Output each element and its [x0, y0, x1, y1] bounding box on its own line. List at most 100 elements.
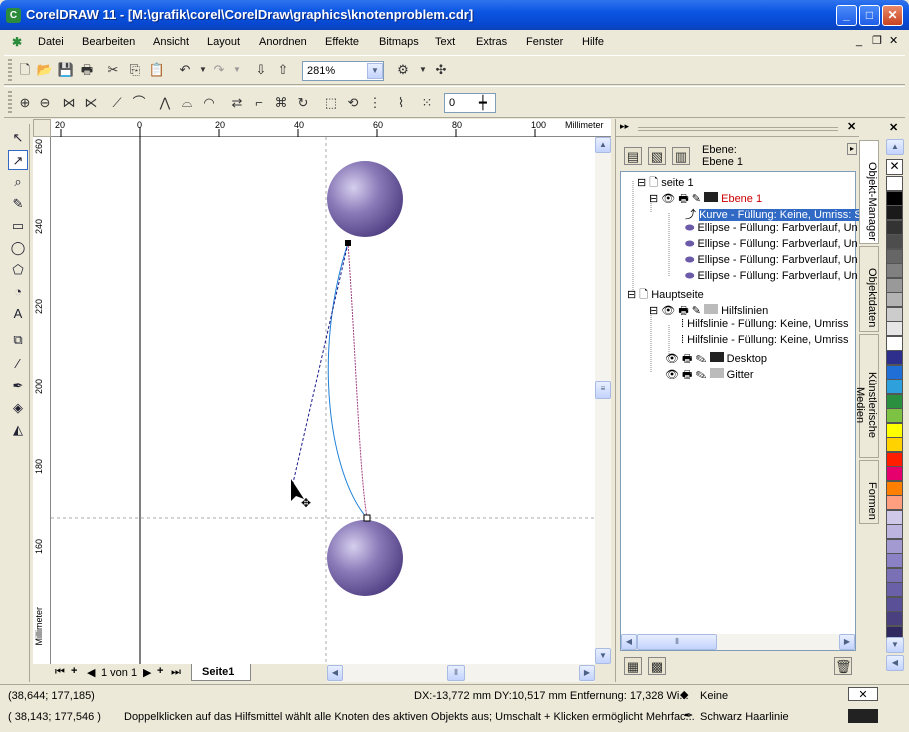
tree-scroll-right-button[interactable]: ▶	[839, 634, 855, 650]
export-icon[interactable]: ⇧	[274, 61, 292, 79]
color-swatch[interactable]	[886, 538, 903, 554]
new-master-layer-icon[interactable]: ▩	[648, 657, 666, 675]
scroll-right-button[interactable]: ▶	[579, 665, 595, 681]
color-swatch[interactable]	[886, 408, 903, 423]
palette-scroll-down-button[interactable]: ▼	[886, 637, 904, 653]
tree-node-ellipse[interactable]: ⬬ Ellipse - Füllung: Farbverlauf, Un	[685, 254, 858, 267]
toolbar-grip[interactable]	[8, 59, 12, 81]
eyedropper-tool-icon[interactable]: ⁄	[8, 354, 28, 374]
elastic-mode-icon[interactable]: ⌇	[392, 94, 410, 112]
next-page-button[interactable]: ▶	[143, 666, 151, 679]
fill-swatch-none[interactable]: ✕	[848, 687, 878, 701]
pencil-icon[interactable]: ✎	[695, 369, 706, 381]
printer-icon[interactable]: 🖶	[678, 193, 688, 205]
cusp-node-icon[interactable]: ⋀	[156, 94, 174, 112]
ruler-corner[interactable]	[33, 119, 51, 137]
menu-hilfe[interactable]: Hilfe	[582, 36, 604, 48]
zoom-tool-icon[interactable]: ⌕	[8, 172, 28, 192]
color-swatch[interactable]	[886, 350, 903, 365]
menu-extras[interactable]: Extras	[476, 36, 507, 48]
scroll-thumb[interactable]: ≡	[595, 381, 611, 399]
node-end[interactable]	[363, 514, 371, 522]
interactive-blend-tool-icon[interactable]: ⧉	[8, 330, 28, 350]
last-page-button[interactable]: ⏭	[171, 666, 181, 679]
ellipse-tool-icon[interactable]: ◯	[8, 238, 28, 258]
first-page-button[interactable]: ⏮	[55, 666, 65, 679]
tree-node-ellipse[interactable]: ⬬ Ellipse - Füllung: Farbverlauf, Un	[685, 238, 858, 251]
scroll-down-button[interactable]: ▼	[595, 648, 611, 664]
tab-kuenstlerische-medien[interactable]: Künstlerische Medien	[854, 334, 879, 458]
stretch-nodes-icon[interactable]: ⬚	[322, 94, 340, 112]
tab-objektdaten[interactable]: Objektdaten	[859, 246, 879, 332]
freehand-tool-icon[interactable]: ✎	[8, 194, 28, 214]
vertical-ruler[interactable]: 260 240 220 200 180 160 Millimeter	[33, 137, 51, 664]
text-tool-icon[interactable]: A	[8, 304, 28, 324]
docker-menu-icon[interactable]: ▸	[847, 143, 857, 155]
color-swatch[interactable]	[886, 248, 903, 264]
layer-manager-view-icon[interactable]: ▥	[672, 147, 690, 165]
page-tab[interactable]: Seite1	[191, 664, 251, 681]
zoom-combobox[interactable]: 281% ▼	[302, 61, 384, 81]
show-properties-icon[interactable]: ▤	[624, 147, 642, 165]
polygon-tool-icon[interactable]: ⬠	[8, 260, 28, 280]
menu-bitmaps[interactable]: Bitmaps	[379, 36, 419, 48]
tree-scroll-thumb[interactable]: ⦀	[637, 634, 717, 650]
tree-node-grid[interactable]: 👁 🖶 ✎ Gitter	[665, 366, 754, 385]
doc-minimize-button[interactable]: _	[856, 35, 862, 47]
open-icon[interactable]: 📂	[36, 61, 54, 79]
color-swatch[interactable]	[886, 393, 903, 409]
rectangle-tool-icon[interactable]: ▭	[8, 216, 28, 236]
menu-ansicht[interactable]: Ansicht	[153, 36, 189, 48]
menu-fenster[interactable]: Fenster	[526, 36, 563, 48]
color-swatch[interactable]	[886, 306, 903, 322]
outline-swatch[interactable]	[848, 709, 878, 723]
to-line-icon[interactable]: ⟋	[108, 94, 126, 112]
to-curve-icon[interactable]: ⌒	[130, 94, 148, 112]
fill-icon[interactable]: ◆	[680, 688, 688, 701]
import-icon[interactable]: ⇩	[252, 61, 270, 79]
align-nodes-icon[interactable]: ⋮	[366, 94, 384, 112]
color-swatch[interactable]	[886, 219, 903, 235]
close-button[interactable]: ✕	[882, 5, 903, 26]
tree-node-ellipse[interactable]: ⬬ Ellipse - Füllung: Farbverlauf, Un	[685, 270, 858, 283]
new-icon[interactable]: 🗋	[16, 61, 34, 79]
tree-node-guideline[interactable]: ⁞ Hilfslinie - Füllung: Keine, Umriss	[681, 334, 849, 346]
color-swatch[interactable]	[886, 437, 903, 452]
color-swatch[interactable]	[886, 451, 903, 467]
corel-online-icon[interactable]: ✣	[432, 61, 450, 79]
doc-restore-button[interactable]: ❐	[872, 34, 882, 47]
redo-icon[interactable]: ↷	[210, 61, 228, 79]
slider-icon[interactable]: ┿	[479, 95, 487, 111]
shape-tool-icon[interactable]: ↗	[8, 150, 28, 170]
reverse-direction-icon[interactable]: ⇄	[228, 94, 246, 112]
color-swatch[interactable]	[886, 611, 903, 626]
drawing-canvas[interactable]: ✥	[51, 137, 595, 664]
color-swatch[interactable]	[886, 480, 903, 496]
interactive-fill-tool-icon[interactable]: ◭	[8, 420, 28, 440]
menu-layout[interactable]: Layout	[207, 36, 240, 48]
printer-icon[interactable]: 🖶	[682, 353, 692, 365]
tree-node-guideline[interactable]: ⁞ Hilfslinie - Füllung: Keine, Umriss	[681, 318, 849, 330]
extract-subpath-icon[interactable]: ⌘	[272, 94, 290, 112]
color-swatch[interactable]	[886, 553, 903, 568]
docker-grip[interactable]	[638, 127, 838, 131]
curve-path[interactable]	[327, 242, 368, 519]
copy-icon[interactable]: ⎘	[126, 61, 144, 79]
chevron-down-icon[interactable]: ▼	[367, 63, 383, 79]
rotate-nodes-icon[interactable]: ⟲	[344, 94, 362, 112]
color-swatch[interactable]	[886, 509, 903, 525]
color-swatch[interactable]	[886, 524, 903, 539]
scroll-left-button[interactable]: ◀	[327, 665, 343, 681]
pencil-icon[interactable]: ✎	[692, 193, 701, 205]
color-swatch[interactable]	[886, 176, 903, 191]
printer-icon[interactable]: 🖶	[678, 305, 688, 317]
menu-datei[interactable]: Datei	[38, 36, 64, 48]
docker-expand-icon[interactable]: ▸▸	[620, 121, 629, 132]
maximize-button[interactable]: □	[859, 5, 880, 26]
color-swatch[interactable]	[886, 466, 903, 481]
application-launcher-icon[interactable]: ⚙	[394, 61, 412, 79]
edit-across-layers-icon[interactable]: ▧	[648, 147, 666, 165]
symmetrical-node-icon[interactable]: ◠	[200, 94, 218, 112]
cut-icon[interactable]: ✂	[104, 61, 122, 79]
palette-scroll-up-button[interactable]: ▲	[886, 139, 904, 155]
